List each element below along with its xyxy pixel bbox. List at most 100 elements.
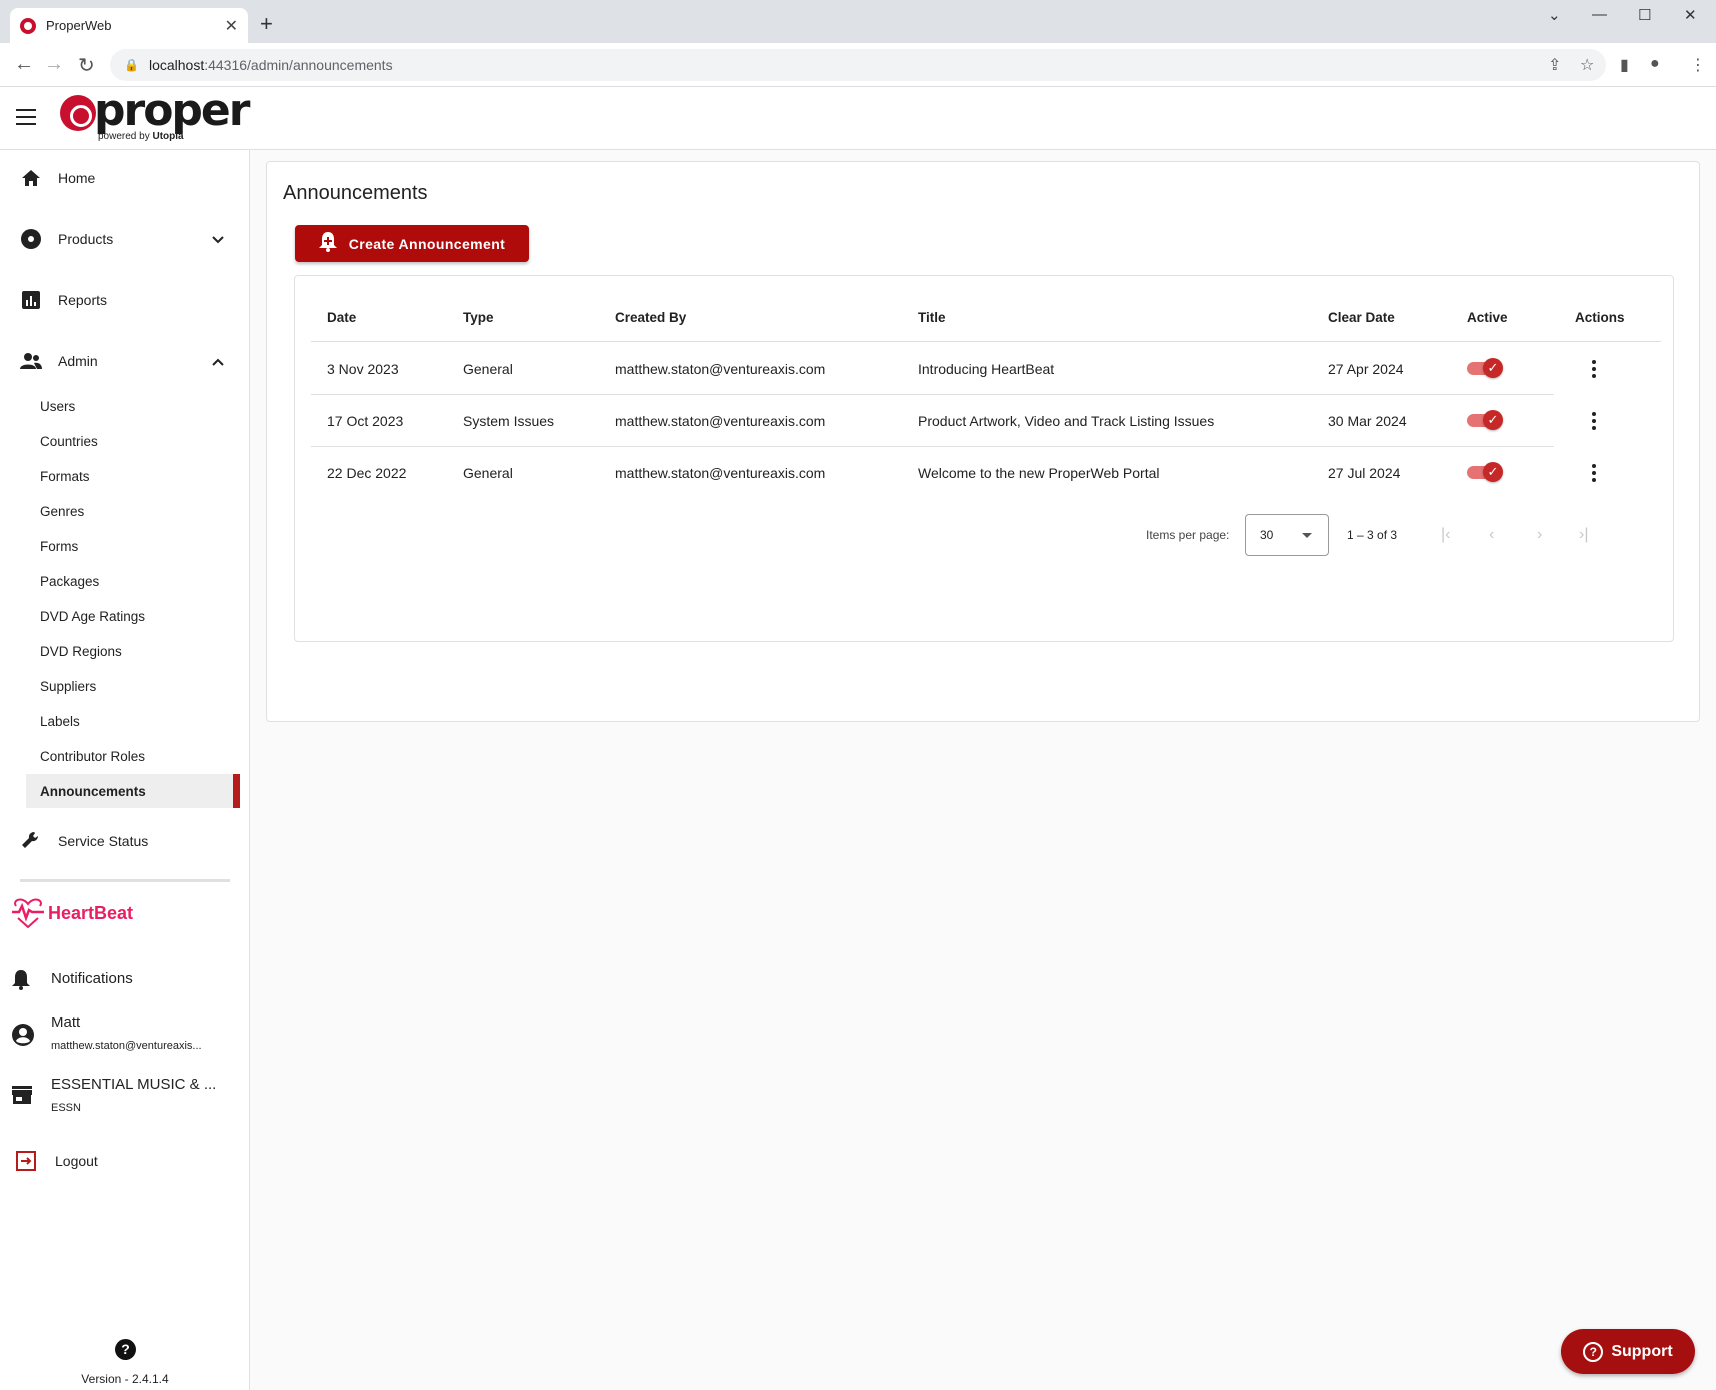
support-button[interactable]: ? Support <box>1561 1329 1695 1374</box>
lock-icon: 🔒 <box>124 58 139 72</box>
row-actions-menu-icon[interactable] <box>1584 357 1604 381</box>
items-per-page-select[interactable]: 30 <box>1245 514 1329 556</box>
table-row[interactable]: 17 Oct 2023 System Issues matthew.staton… <box>311 395 1661 447</box>
active-toggle[interactable]: ✓ <box>1467 462 1503 482</box>
active-toggle[interactable]: ✓ <box>1467 358 1503 378</box>
browser-tab[interactable]: ProperWeb ✕ <box>10 8 248 43</box>
sidebar-sub-countries[interactable]: Countries <box>26 424 240 458</box>
heartbeat-icon <box>12 898 44 928</box>
sidebar-sub-formats[interactable]: Formats <box>26 459 240 493</box>
reload-icon[interactable]: ↻ <box>78 53 95 78</box>
next-page-icon[interactable]: › <box>1537 526 1542 544</box>
dropdown-caret-icon <box>1302 533 1312 538</box>
logout-button[interactable]: Logout <box>0 1143 250 1179</box>
column-header-clear-date[interactable]: Clear Date <box>1328 310 1395 325</box>
sidebar-item-notifications[interactable]: Notifications <box>0 960 250 1000</box>
share-icon[interactable]: ⇪ <box>1548 55 1561 75</box>
maximize-icon[interactable]: ☐ <box>1638 6 1651 24</box>
browser-menu-icon[interactable]: ⋮ <box>1690 55 1706 75</box>
people-icon <box>20 350 42 372</box>
first-page-icon[interactable]: |‹ <box>1441 526 1450 544</box>
logo-tagline: powered by Utopia <box>98 131 184 142</box>
sidebar-sub-forms[interactable]: Forms <box>26 529 240 563</box>
disc-icon <box>20 228 42 250</box>
company-code: ESSN <box>51 1102 81 1114</box>
sidebar-company[interactable]: ESSENTIAL MUSIC & ... ESSN <box>0 1070 250 1126</box>
sidebar-sub-dvd-regions[interactable]: DVD Regions <box>26 634 240 668</box>
version-text: Version - 2.4.1.4 <box>81 1372 169 1386</box>
column-header-date[interactable]: Date <box>327 310 356 325</box>
column-header-title[interactable]: Title <box>918 310 946 325</box>
favicon-icon <box>20 17 36 34</box>
window-close-icon[interactable]: ✕ <box>1684 6 1697 24</box>
column-header-actions: Actions <box>1575 310 1625 325</box>
sidebar-sub-contributor-roles[interactable]: Contributor Roles <box>26 739 240 773</box>
cell-date: 3 Nov 2023 <box>327 361 399 377</box>
bookmark-star-icon[interactable]: ☆ <box>1580 55 1594 75</box>
sidebar-item-products[interactable]: Products <box>0 215 250 263</box>
column-header-created-by[interactable]: Created By <box>615 310 686 325</box>
side-panel-icon[interactable]: ▮ <box>1620 55 1629 75</box>
logout-label: Logout <box>55 1153 98 1169</box>
cell-clear-date: 30 Mar 2024 <box>1328 413 1407 429</box>
sidebar-sub-suppliers[interactable]: Suppliers <box>26 669 240 703</box>
cell-type: General <box>463 465 513 481</box>
sidebar-user-profile[interactable]: Matt matthew.staton@ventureaxis... <box>0 1008 250 1064</box>
sidebar-sub-genres[interactable]: Genres <box>26 494 240 528</box>
cell-type: System Issues <box>463 413 555 429</box>
items-per-page-value: 30 <box>1260 528 1274 542</box>
sidebar-item-reports[interactable]: Reports <box>0 276 250 324</box>
sidebar-item-label: Home <box>58 170 96 186</box>
back-icon[interactable]: ← <box>14 53 34 76</box>
tab-title: ProperWeb <box>46 18 112 33</box>
check-icon: ✓ <box>1483 462 1503 482</box>
url-path: :44316/admin/announcements <box>204 57 393 73</box>
minimize-icon[interactable]: — <box>1592 6 1607 23</box>
create-announcement-button[interactable]: Create Announcement <box>295 225 529 262</box>
row-actions-menu-icon[interactable] <box>1584 409 1604 433</box>
page-title: Announcements <box>283 182 428 204</box>
heartbeat-logo[interactable]: HeartBeat <box>10 898 133 928</box>
sidebar-sub-labels[interactable]: Labels <box>26 704 240 738</box>
active-toggle[interactable]: ✓ <box>1467 410 1503 430</box>
cell-created-by: matthew.staton@ventureaxis.com <box>615 413 826 429</box>
announcements-card: Announcements Create Announcement Date T… <box>266 161 1700 722</box>
sidebar-sub-users[interactable]: Users <box>26 389 240 423</box>
paginator: Items per page: 30 1 – 3 of 3 |‹ ‹ › ›| <box>295 514 1675 558</box>
help-icon[interactable]: ? <box>115 1339 136 1360</box>
cell-title: Introducing HeartBeat <box>918 361 1055 377</box>
sidebar-sub-announcements[interactable]: Announcements <box>26 774 240 808</box>
forward-icon[interactable]: → <box>44 53 64 76</box>
items-per-page-label: Items per page: <box>1146 528 1230 542</box>
cell-title: Welcome to the new ProperWeb Portal <box>918 465 1160 481</box>
sidebar-item-service-status[interactable]: Service Status <box>0 817 250 865</box>
table-row[interactable]: 3 Nov 2023 General matthew.staton@ventur… <box>311 343 1661 395</box>
bell-icon <box>12 970 34 992</box>
sidebar-item-admin[interactable]: Admin <box>0 337 250 385</box>
main-content: Announcements Create Announcement Date T… <box>250 150 1716 1390</box>
cell-clear-date: 27 Apr 2024 <box>1328 361 1404 377</box>
sidebar-sub-dvd-age-ratings[interactable]: DVD Age Ratings <box>26 599 240 633</box>
tab-close-icon[interactable]: ✕ <box>225 16 238 36</box>
last-page-icon[interactable]: ›| <box>1579 526 1588 544</box>
chevron-down-icon <box>212 231 224 247</box>
url-field[interactable]: 🔒 localhost:44316/admin/announcements <box>110 49 1606 81</box>
column-header-active[interactable]: Active <box>1467 310 1508 325</box>
sidebar-sub-packages[interactable]: Packages <box>26 564 240 598</box>
tab-search-icon[interactable]: ⌄ <box>1548 6 1561 24</box>
sidebar-item-home[interactable]: Home <box>0 154 250 202</box>
new-tab-icon[interactable]: + <box>260 11 273 37</box>
profile-icon[interactable]: ● <box>1650 55 1660 73</box>
previous-page-icon[interactable]: ‹ <box>1489 526 1494 544</box>
address-bar: ← → ↻ 🔒 localhost:44316/admin/announceme… <box>0 43 1716 87</box>
user-email: matthew.staton@ventureaxis... <box>51 1040 202 1052</box>
cell-date: 17 Oct 2023 <box>327 413 404 429</box>
sidebar-divider <box>20 879 230 882</box>
row-actions-menu-icon[interactable] <box>1584 461 1604 485</box>
table-row[interactable]: 22 Dec 2022 General matthew.staton@ventu… <box>311 447 1661 499</box>
column-header-type[interactable]: Type <box>463 310 494 325</box>
proper-logo[interactable]: proper powered by Utopia <box>60 85 250 145</box>
menu-icon[interactable] <box>16 109 36 125</box>
wrench-icon <box>20 830 42 852</box>
browser-tab-bar: ProperWeb ✕ + ⌄ — ☐ ✕ <box>0 0 1716 43</box>
